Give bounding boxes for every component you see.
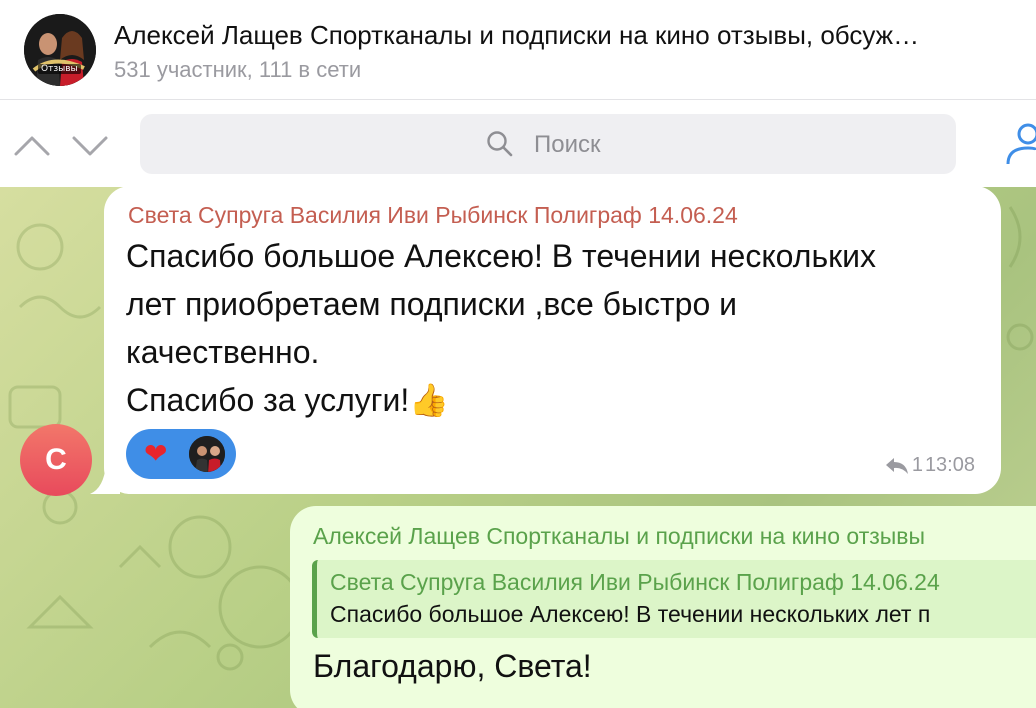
message-line: Спасибо за услуги!👍 — [126, 382, 450, 418]
reply-arrow-icon[interactable] — [884, 456, 910, 476]
search-icon — [487, 131, 513, 157]
search-input[interactable]: Поиск — [140, 114, 956, 174]
message-time: 13:08 — [924, 454, 975, 476]
message-line: лет приобретаем подписки ,все быстро и — [126, 286, 738, 322]
message-sender[interactable]: Света Супруга Василия Иви Рыбинск Полигр… — [128, 202, 738, 229]
reactor-avatar — [188, 435, 226, 473]
chevron-up-icon[interactable] — [12, 130, 52, 160]
chat-avatar-image — [24, 14, 96, 86]
message-line: Спасибо большое Алексею! В течении неско… — [126, 238, 876, 274]
message-text: Благодарю, Света! — [313, 648, 592, 684]
avatar-badge: Отзывы — [38, 64, 81, 74]
message-line: качественно. — [126, 334, 320, 370]
bubble-tail — [90, 464, 120, 494]
chevron-down-icon[interactable] — [70, 130, 110, 160]
quote-text: Спасибо большое Алексею! В течении неско… — [330, 601, 931, 627]
reactor-avatar-image — [189, 436, 225, 472]
reply-count[interactable]: 1 — [912, 454, 923, 477]
person-icon[interactable] — [1000, 118, 1036, 166]
outgoing-message[interactable]: Алексей Лащев Спортканалы и подписки на … — [290, 506, 1036, 708]
incoming-message[interactable]: Света Супруга Василия Иви Рыбинск Полигр… — [90, 186, 1001, 494]
message-meta: 1 13:08 — [884, 454, 975, 477]
chat-title[interactable]: Алексей Лащев Спортканалы и подписки на … — [114, 20, 1034, 51]
chat-header: Отзывы Алексей Лащев Спортканалы и подпи… — [0, 0, 1036, 100]
reaction-pill[interactable]: ❤ — [126, 429, 236, 479]
chat-avatar[interactable]: Отзывы — [24, 14, 96, 86]
search-placeholder: Поиск — [534, 131, 601, 158]
chat-member-count: 531 участник, 111 в сети — [114, 57, 362, 82]
sender-avatar[interactable]: С — [20, 424, 92, 496]
message-sender[interactable]: Алексей Лащев Спортканалы и подписки на … — [313, 523, 925, 550]
heart-icon: ❤ — [144, 438, 168, 469]
message-text: Спасибо большое Алексею! В течении неско… — [126, 232, 986, 424]
quote-sender: Света Супруга Василия Иви Рыбинск Полигр… — [330, 569, 940, 595]
reply-quote[interactable]: Света Супруга Василия Иви Рыбинск Полигр… — [312, 560, 1036, 638]
